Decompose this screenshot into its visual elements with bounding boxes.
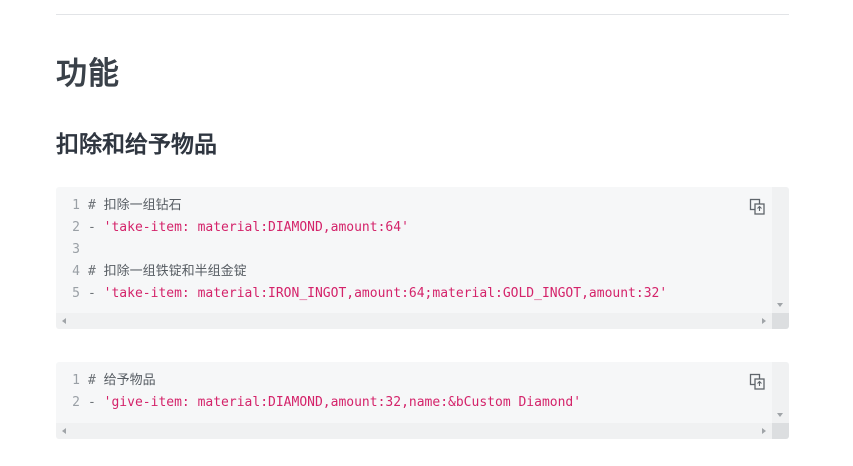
code-lines: 1 # 扣除一组钻石 2 - 'take-item: material:DIAM… [56, 195, 772, 305]
scroll-down-arrow-icon[interactable] [777, 303, 783, 307]
scroll-left-arrow-icon[interactable] [62, 318, 66, 324]
scrollbar-corner [772, 313, 789, 329]
line-number: 3 [72, 242, 80, 257]
scroll-down-arrow-icon[interactable] [777, 413, 783, 417]
code-block-take-item: 1 # 扣除一组钻石 2 - 'take-item: material:DIAM… [56, 187, 789, 329]
scroll-left-arrow-icon[interactable] [62, 428, 66, 434]
line-number: 1 [72, 198, 80, 213]
line-number: 4 [72, 264, 80, 279]
line-number: 5 [72, 286, 80, 301]
copy-button[interactable] [749, 373, 767, 391]
string-literal: 'give-item: material:DIAMOND,amount:32,n… [103, 395, 582, 410]
code-line: 4 # 扣除一组铁锭和半组金锭 [56, 261, 772, 283]
section-title: 功能 [56, 56, 120, 92]
code-line: 1 # 扣除一组钻石 [56, 195, 772, 217]
code-line: 2 - 'take-item: material:DIAMOND,amount:… [56, 217, 772, 239]
comment-mark: # [88, 198, 96, 213]
string-literal: 'take-item: material:IRON_INGOT,amount:6… [103, 286, 668, 301]
comment-mark: # [88, 264, 96, 279]
line-number: 2 [72, 220, 80, 235]
vertical-scrollbar[interactable] [772, 187, 789, 313]
copy-icon [749, 373, 765, 390]
top-divider [56, 14, 789, 15]
code-line: 2 - 'give-item: material:DIAMOND,amount:… [56, 392, 772, 414]
code-line: 1 # 给予物品 [56, 370, 772, 392]
list-dash: - [88, 220, 96, 235]
line-number: 1 [72, 373, 80, 388]
subsection-title: 扣除和给予物品 [56, 132, 217, 158]
copy-icon [749, 198, 765, 215]
code-line: 3 [56, 239, 772, 261]
scroll-right-arrow-icon[interactable] [762, 428, 766, 434]
comment-mark: # [88, 373, 96, 388]
string-literal: 'take-item: material:DIAMOND,amount:64' [103, 220, 409, 235]
doc-page: 功能 扣除和给予物品 1 # 扣除一组钻石 2 - 'take-item: ma… [0, 0, 853, 466]
horizontal-scrollbar[interactable] [56, 423, 772, 439]
line-number: 2 [72, 395, 80, 410]
copy-button[interactable] [749, 198, 767, 216]
code-line: 5 - 'take-item: material:IRON_INGOT,amou… [56, 283, 772, 305]
comment-text: 扣除一组铁锭和半组金锭 [103, 264, 247, 279]
comment-text: 给予物品 [103, 373, 156, 388]
list-dash: - [88, 286, 96, 301]
comment-text: 扣除一组钻石 [103, 198, 182, 213]
scrollbar-corner [772, 423, 789, 439]
scroll-right-arrow-icon[interactable] [762, 318, 766, 324]
code-block-give-item: 1 # 给予物品 2 - 'give-item: material:DIAMON… [56, 362, 789, 439]
horizontal-scrollbar[interactable] [56, 313, 772, 329]
code-lines: 1 # 给予物品 2 - 'give-item: material:DIAMON… [56, 370, 772, 414]
vertical-scrollbar[interactable] [772, 362, 789, 423]
list-dash: - [88, 395, 96, 410]
